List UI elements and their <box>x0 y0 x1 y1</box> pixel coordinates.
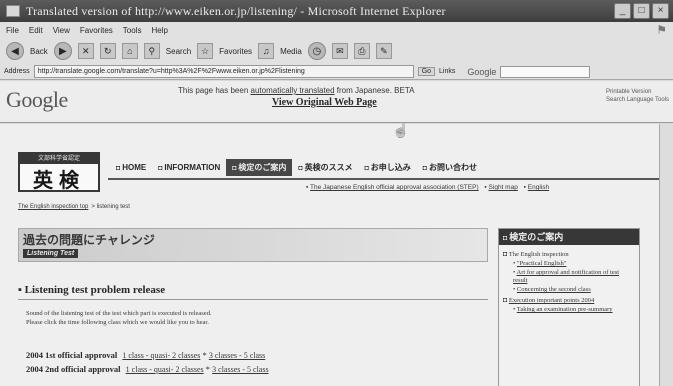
sidebar-section-1-head[interactable]: The English inspection <box>509 251 569 258</box>
refresh-icon[interactable]: ↻ <box>99 43 116 59</box>
favorites-label[interactable]: Favorites <box>219 47 252 56</box>
nav-recommend[interactable]: 英検のススメ <box>292 159 358 176</box>
banner-subtitle: Listening Test <box>23 249 79 258</box>
subnav-english-link[interactable]: English <box>528 184 549 191</box>
exam-row-2-label: 2004 2nd official approval <box>26 364 121 374</box>
nav-information[interactable]: INFORMATION <box>152 160 226 175</box>
maximize-button[interactable]: □ <box>633 3 650 19</box>
exam-row-2-link-lower[interactable]: 3 classes - 5 class <box>212 365 268 374</box>
breadcrumb-top-link[interactable]: The English inspection top <box>18 204 88 210</box>
eiken-logo-caption: 文部科学省認定 <box>20 154 98 164</box>
mail-icon[interactable]: ✉ <box>331 43 348 59</box>
section-title: ▪ Listening test problem release <box>18 284 166 296</box>
translation-notice: This page has been automatically transla… <box>178 86 414 95</box>
address-bar: Address http://translate.google.com/tran… <box>0 64 673 80</box>
printable-version-link[interactable]: Printable Version <box>606 88 669 96</box>
search-icon[interactable]: ⚲ <box>143 43 160 59</box>
notice-prefix: This page has been <box>178 86 249 95</box>
listening-banner: 過去の問題にチャレンジ Listening Test <box>18 228 488 262</box>
window-title-bar: Translated version of http://www.eiken.o… <box>0 0 673 22</box>
stop-icon[interactable]: ✕ <box>77 43 94 59</box>
nav-home[interactable]: HOME <box>110 160 152 175</box>
sub-nav: ▪ The Japanese English official approval… <box>306 184 550 191</box>
eiken-logo-text: 英検 <box>33 168 85 192</box>
links-label[interactable]: Links <box>439 68 455 75</box>
menu-help[interactable]: Help <box>151 26 167 35</box>
media-icon[interactable]: ♫ <box>258 43 275 59</box>
web-page-content: 文部科学省認定 英検 HOME INFORMATION 検定のご案内 英検のスス… <box>0 124 673 386</box>
menu-tools[interactable]: Tools <box>123 26 142 35</box>
sidebar-section-1: ◘ The English inspection • "Practical En… <box>503 250 620 293</box>
translate-options: Printable Version Search Language Tools <box>606 88 669 104</box>
edit-icon[interactable]: ✎ <box>375 43 392 59</box>
menu-view[interactable]: View <box>53 26 70 35</box>
back-icon[interactable]: ◀ <box>6 42 24 60</box>
intro-line-1: Sound of the listening test of the test … <box>26 310 212 317</box>
back-label[interactable]: Back <box>30 47 48 56</box>
exam-row-2-link-upper[interactable]: 1 class - quasi- 2 classes <box>126 365 204 374</box>
site-nav: HOME INFORMATION 検定のご案内 英検のススメ お申し込み お問い… <box>110 158 483 176</box>
language-tools-link[interactable]: Search Language Tools <box>606 96 669 104</box>
minimize-button[interactable]: _ <box>614 3 631 19</box>
ie-app-icon <box>6 5 20 17</box>
google-logo[interactable]: Google <box>6 87 68 113</box>
menu-bar: File Edit View Favorites Tools Help ⚑ <box>0 22 673 38</box>
window-title: Translated version of http://www.eiken.o… <box>26 3 446 18</box>
history-icon[interactable]: ◷ <box>307 42 326 60</box>
close-button[interactable]: × <box>652 3 669 19</box>
favorites-icon[interactable]: ☆ <box>197 43 214 59</box>
section-title-text: Listening test problem release <box>24 284 166 296</box>
exam-row-1-link-upper[interactable]: 1 class - quasi- 2 classes <box>122 351 200 360</box>
forward-icon[interactable]: ▶ <box>53 42 72 60</box>
subnav-step-link[interactable]: The Japanese English official approval a… <box>310 184 479 191</box>
address-input[interactable]: http://translate.google.com/translate?u=… <box>33 65 414 78</box>
nav-contact[interactable]: お問い合わせ <box>417 159 483 176</box>
search-label[interactable]: Search <box>166 47 191 56</box>
google-toolbar-logo: Google <box>467 66 497 77</box>
google-toolbar-search-input[interactable] <box>500 65 591 78</box>
nav-exam-guide[interactable]: 検定のご案内 <box>226 158 293 176</box>
intro-line-2: Please click the time following class wh… <box>26 319 209 326</box>
google-translate-frame: Google This page has been automatically … <box>0 81 673 123</box>
exam-row-2: 2004 2nd official approval 1 class - qua… <box>26 364 269 374</box>
address-label: Address <box>4 68 30 75</box>
sidebar-section-2: ◘ Execution important points 2004 • Taki… <box>503 296 613 313</box>
view-original-link[interactable]: View Original Web Page <box>272 97 377 108</box>
nav-apply[interactable]: お申し込み <box>359 159 417 176</box>
sidebar-section-2-head[interactable]: Execution important points 2004 <box>509 297 594 304</box>
home-icon[interactable]: ⌂ <box>121 43 138 59</box>
sidebar-link-practical[interactable]: "Practical English" <box>517 260 567 267</box>
windows-flag-icon: ⚑ <box>656 23 667 37</box>
exam-row-1-link-lower[interactable]: 3 classes - 5 class <box>209 351 265 360</box>
sidebar-link-second-class[interactable]: Concerning the second class <box>517 286 591 293</box>
exam-row-1-label: 2004 1st official approval <box>26 350 118 360</box>
go-button[interactable]: Go <box>417 67 436 76</box>
exam-guide-sidebar: 検定のご案内 ◘ The English inspection • "Pract… <box>498 228 640 386</box>
print-icon[interactable]: ⎙ <box>353 43 370 59</box>
menu-edit[interactable]: Edit <box>29 26 43 35</box>
sidebar-title: 検定のご案内 <box>499 229 639 245</box>
auto-translated-link[interactable]: automatically translated <box>251 86 335 95</box>
sidebar-link-summary[interactable]: Taking an examination pre-summary <box>517 306 613 313</box>
sidebar-link-result[interactable]: Art for approval and notification of tes… <box>513 269 619 284</box>
menu-file[interactable]: File <box>6 26 19 35</box>
media-label[interactable]: Media <box>280 47 302 56</box>
breadcrumb: The English inspection top > listening te… <box>18 204 130 210</box>
toolbar: ◀ Back ▶ ✕ ↻ ⌂ ⚲ Search ☆ Favorites ♫ Me… <box>0 38 673 64</box>
vertical-scrollbar[interactable] <box>659 124 673 386</box>
banner-title: 過去の問題にチャレンジ <box>23 233 155 247</box>
menu-favorites[interactable]: Favorites <box>80 26 113 35</box>
subnav-sitemap-link[interactable]: Sight map <box>489 184 518 191</box>
breadcrumb-current: listening test <box>96 204 130 210</box>
notice-suffix: from Japanese. BETA <box>336 86 415 95</box>
exam-row-1: 2004 1st official approval 1 class - qua… <box>26 350 266 360</box>
intro-text: Sound of the listening test of the test … <box>26 309 212 327</box>
mouse-cursor-icon: ☝ <box>392 122 410 138</box>
eiken-logo[interactable]: 文部科学省認定 英検 <box>18 152 100 192</box>
nav-divider <box>108 178 668 180</box>
section-divider <box>18 299 488 300</box>
